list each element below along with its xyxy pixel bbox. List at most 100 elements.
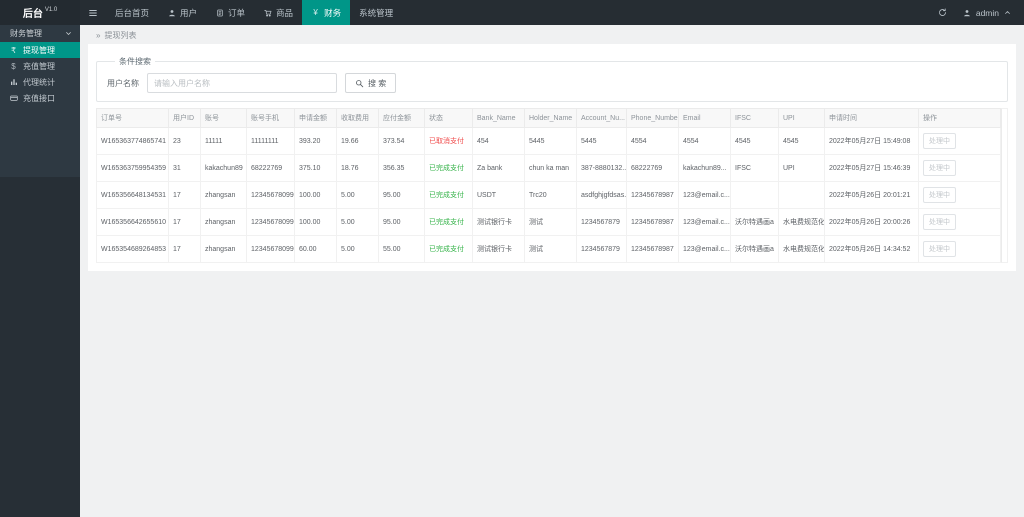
cell: Za bank [472,154,525,182]
column-header: 操作 [918,108,1001,128]
cell: 123@email.c... [678,181,731,209]
yen-icon: ¥ [313,8,318,17]
cell: 11111111 [246,127,295,155]
cell: asdfghjgfdsas... [576,181,627,209]
column-header: 账号手机 [246,108,295,128]
processing-button[interactable]: 处理中 [923,133,956,149]
chevron-up-icon [1003,9,1012,16]
cell: 17 [168,208,201,236]
processing-button[interactable]: 处理中 [923,187,956,203]
column-header: 用户ID [168,108,201,128]
sidebar-group-finance[interactable]: 财务管理 [0,25,80,42]
cell: 12345678099 [246,181,295,209]
cell: zhangsan [200,208,247,236]
breadcrumb: » 提现列表 [80,25,1024,44]
table-row: W165363759954359 31 kakachun89 68222769 375.… [96,154,1001,182]
username-search-input[interactable] [147,73,337,93]
table-row: W165356642655610 17 zhangsan 12345678099 100… [96,208,1001,236]
topnav-item[interactable]: 后台首页 [106,0,158,25]
cell: 沃尔特遇画a [730,208,779,236]
cell: kakachun89... [678,154,731,182]
sidebar-group-label: 财务管理 [10,29,42,38]
cell: 12345678987 [626,235,679,263]
cell: 100.00 [294,181,337,209]
refresh-icon[interactable] [938,8,947,17]
topnav-item[interactable]: 用户 [158,0,206,25]
username: admin [975,7,999,18]
column-header: Phone_Number [626,108,679,128]
cell: 31 [168,154,201,182]
cell: IFSC [730,154,779,182]
search-panel: 条件搜索 用户名称 搜 索 [96,56,1008,102]
topnav-item[interactable]: 订单 [206,0,254,25]
processing-button[interactable]: 处理中 [923,160,956,176]
cell: 1234567879 [576,235,627,263]
table-row: W165356648134531 17 zhangsan 12345678099 100… [96,181,1001,209]
topnav-item-label: 系统管理 [359,7,394,18]
cell [778,181,825,209]
cell: Trc20 [524,181,577,209]
topnav-item[interactable]: 商品 [254,0,302,25]
topnav-item[interactable]: ¥ 财务 [302,0,351,25]
cell: 23 [168,127,201,155]
cell: 55.00 [378,235,425,263]
user-menu[interactable]: admin [963,8,1012,18]
content-card: 条件搜索 用户名称 搜 索 订单号用户ID账号账号手机申请金额收取费用应付金额状… [88,44,1016,271]
app-logo: 后台 V1.0 [0,0,80,25]
cell: 4554 [678,127,731,155]
cell: 5.00 [336,181,379,209]
username-field-label: 用户名称 [107,78,139,88]
cell: 123@email.c... [678,235,731,263]
hamburger-icon[interactable] [80,0,106,25]
cell: 水电费规范化 [778,208,825,236]
stats-icon [9,78,18,86]
cell: 68222769 [246,154,295,182]
status-cell: 已完成支付 [424,181,473,209]
cell: 123@email.c... [678,208,731,236]
cell: 373.54 [378,127,425,155]
cell: zhangsan [200,181,247,209]
cell: 4554 [626,127,679,155]
status-cell: 已完成支付 [424,208,473,236]
logo-version: V1.0 [44,6,58,13]
sidebar-item[interactable]: ₹ 提现管理 [0,42,80,58]
cell: 12345678987 [626,181,679,209]
column-header: 应付金额 [378,108,425,128]
withdraw-table: 订单号 用户ID 账号 账号手机 申请金额 收取费用 应付金额 状态 Bank_Name Hold… [96,108,1001,263]
sidebar-item-label: 代理统计 [23,77,55,87]
cell [730,181,779,209]
column-header: 申请时间 [824,108,919,128]
action-cell: 处理中 [918,127,1001,155]
cell: W165363774865741 [96,127,169,155]
rupee-icon: ₹ [10,45,17,55]
user-icon [167,9,176,17]
cell: 393.20 [294,127,337,155]
cell: 测试银行卡 [472,235,525,263]
sidebar-item-label: 提现管理 [23,45,55,55]
sidebar-item[interactable]: 代理统计 [0,74,80,90]
withdraw-table-wrap: 订单号 用户ID 账号 账号手机 申请金额 收取费用 应付金额 状态 Bank_Name Hold… [96,108,1008,263]
column-header: 收取费用 [336,108,379,128]
cell: 68222769 [626,154,679,182]
topnav-item[interactable]: 系统管理 [350,0,402,25]
sidebar-item[interactable]: $ 充值管理 [0,58,80,74]
cell: 2022年05月27日 15:49:08 [824,127,919,155]
cell: USDT [472,181,525,209]
processing-button[interactable]: 处理中 [923,241,956,257]
column-header: 订单号 [96,108,169,128]
breadcrumb-label: 提现列表 [104,31,137,40]
cell: zhangsan [200,235,247,263]
cell: 60.00 [294,235,337,263]
search-panel-legend: 条件搜索 [119,57,151,66]
processing-button[interactable]: 处理中 [923,214,956,230]
cell: 12345678987 [626,208,679,236]
cell: 18.76 [336,154,379,182]
column-header: Bank_Name [472,108,525,128]
search-button[interactable]: 搜 索 [345,73,397,93]
cell: kakachun89 [200,154,247,182]
table-scrollbar[interactable] [1001,108,1008,263]
sidebar-item[interactable]: 充值接口 [0,90,80,106]
column-header: 状态 [424,108,473,128]
cell: 19.66 [336,127,379,155]
logo-title: 后台 [22,9,43,20]
